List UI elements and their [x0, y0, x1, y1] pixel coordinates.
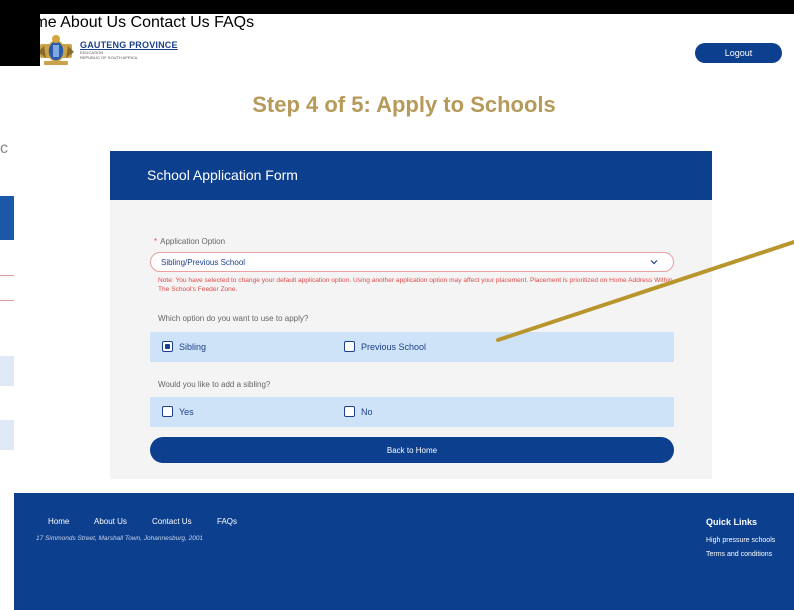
- which-option-label: Which option do you want to use to apply…: [158, 314, 309, 323]
- background-row: [0, 356, 14, 386]
- application-option-label-text: Application Option: [160, 237, 226, 246]
- add-sibling-row: Yes No: [150, 397, 674, 427]
- back-to-home-button[interactable]: Back to Home: [150, 437, 674, 463]
- logout-button[interactable]: Logout: [695, 43, 782, 63]
- quick-link-high-pressure-schools[interactable]: High pressure schools: [706, 537, 775, 544]
- logo-title: GAUTENG PROVINCE: [80, 40, 178, 50]
- school-application-form: School Application Form * Application Opt…: [110, 151, 712, 479]
- background-divider: [0, 275, 14, 276]
- previous-school-option[interactable]: Previous School: [344, 341, 426, 352]
- footer-link-contact-us[interactable]: Contact Us: [152, 517, 192, 526]
- yes-checkbox[interactable]: [162, 406, 173, 417]
- no-option[interactable]: No: [344, 406, 373, 417]
- site-footer: Home About Us Contact Us FAQs 17 Simmond…: [14, 493, 794, 610]
- nav-contact-us[interactable]: Contact Us: [131, 14, 210, 31]
- previous-school-label: Previous School: [361, 341, 427, 352]
- sibling-label: Sibling: [179, 341, 207, 352]
- background-page: c: [0, 0, 14, 610]
- main-nav: Home About Us Contact Us FAQs: [14, 14, 794, 32]
- background-blue-bar: [0, 196, 14, 240]
- no-checkbox[interactable]: [344, 406, 355, 417]
- browser-window: GAUTENG PROVINCE EDUCATION REPUBLIC OF S…: [14, 14, 794, 610]
- logo-subtitle: REPUBLIC OF SOUTH AFRICA: [80, 55, 138, 60]
- form-header: School Application Form: [110, 151, 712, 200]
- coat-of-arms-icon: [38, 35, 74, 65]
- background-letter: c: [0, 140, 8, 157]
- footer-address: 17 Simmonds Street, Marshall Town, Johan…: [36, 535, 204, 542]
- nav-about-us[interactable]: About Us: [60, 14, 126, 31]
- background-row: [0, 420, 14, 450]
- nav-faqs[interactable]: FAQs: [214, 14, 254, 31]
- screenshot-overlap-shadow: [0, 0, 40, 66]
- placement-warning-note: Note: You have selected to change your d…: [158, 277, 673, 293]
- quick-links-title: Quick Links: [706, 517, 758, 527]
- footer-link-about-us[interactable]: About Us: [94, 517, 127, 526]
- required-marker: *: [154, 237, 158, 246]
- footer-link-home[interactable]: Home: [48, 517, 69, 526]
- no-label: No: [361, 406, 373, 417]
- form-title: School Application Form: [147, 167, 298, 183]
- site-logo[interactable]: GAUTENG PROVINCE EDUCATION REPUBLIC OF S…: [36, 32, 178, 68]
- application-option-value: Sibling/Previous School: [161, 258, 246, 267]
- sibling-option[interactable]: Sibling: [162, 341, 206, 352]
- background-divider: [0, 300, 14, 301]
- page-title: Step 4 of 5: Apply to Schools: [252, 92, 556, 117]
- chevron-down-icon: [650, 260, 658, 265]
- site-header: GAUTENG PROVINCE EDUCATION REPUBLIC OF S…: [14, 14, 794, 84]
- application-option-label: * Application Option: [154, 237, 225, 246]
- sibling-checkbox[interactable]: [162, 341, 173, 352]
- apply-option-row: Sibling Previous School: [150, 332, 674, 362]
- footer-link-faqs[interactable]: FAQs: [217, 517, 237, 526]
- yes-label: Yes: [179, 406, 194, 417]
- previous-school-checkbox[interactable]: [344, 341, 355, 352]
- quick-link-terms-and-conditions[interactable]: Terms and conditions: [706, 551, 772, 558]
- screen-frame: c GAUTENG PROVINCE EDUCATION REPUBLIC OF…: [0, 0, 794, 610]
- yes-option[interactable]: Yes: [162, 406, 194, 417]
- application-option-select[interactable]: Sibling/Previous School: [150, 252, 674, 272]
- add-sibling-label: Would you like to add a sibling?: [158, 380, 271, 389]
